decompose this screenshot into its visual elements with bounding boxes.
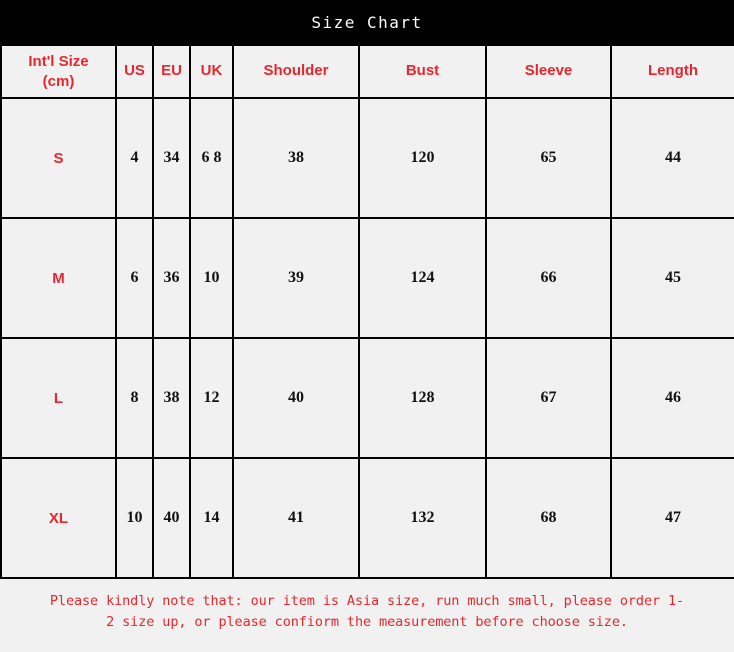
cell-uk: 14 [189,457,234,579]
table-row: L 8 38 12 40 128 67 46 [0,337,734,459]
column-header-intl-size: Int'l Size (cm) [0,44,117,99]
column-header-sleeve: Sleeve [485,44,612,99]
cell-us: 10 [115,457,154,579]
cell-eu: 40 [152,457,191,579]
cell-sleeve: 67 [485,337,612,459]
cell-shoulder: 40 [232,337,360,459]
cell-bust: 120 [358,97,487,219]
cell-length: 44 [610,97,734,219]
cell-uk: 12 [189,337,234,459]
footer-note-line1: Please kindly note that: our item is Asi… [49,593,685,609]
page-title: Size Chart [311,12,423,32]
cell-length: 45 [610,217,734,339]
cell-size-label: L [0,337,117,459]
cell-us: 4 [115,97,154,219]
table-header-row: Int'l Size (cm) US EU UK Shoulder Bust S… [0,44,734,99]
title-banner: Size Chart [0,0,734,44]
footer-note: Please kindly note that: our item is Asi… [0,579,734,652]
footer-note-line2: 2 size up, or please confiorm the measur… [106,613,628,630]
table-row: M 6 36 10 39 124 66 45 [0,217,734,339]
column-header-eu: EU [152,44,191,99]
cell-bust: 128 [358,337,487,459]
cell-length: 47 [610,457,734,579]
cell-size-label: S [0,97,117,219]
cell-shoulder: 39 [232,217,360,339]
table-row: S 4 34 6 8 38 120 65 44 [0,97,734,219]
cell-us: 8 [115,337,154,459]
cell-eu: 38 [152,337,191,459]
column-header-bust: Bust [358,44,487,99]
column-header-us: US [115,44,154,99]
cell-eu: 36 [152,217,191,339]
cell-eu: 34 [152,97,191,219]
cell-uk: 10 [189,217,234,339]
column-header-intl-size-line1: Int'l Size [28,53,89,70]
cell-sleeve: 65 [485,97,612,219]
cell-size-label: M [0,217,117,339]
cell-length: 46 [610,337,734,459]
column-header-uk: UK [189,44,234,99]
column-header-length: Length [610,44,734,99]
cell-bust: 132 [358,457,487,579]
cell-size-label: XL [0,457,117,579]
cell-us: 6 [115,217,154,339]
cell-sleeve: 66 [485,217,612,339]
column-header-intl-size-line2: (cm) [42,72,75,90]
cell-uk: 6 8 [189,97,234,219]
size-chart-table: Int'l Size (cm) US EU UK Shoulder Bust S… [0,44,734,579]
column-header-shoulder: Shoulder [232,44,360,99]
table-row: XL 10 40 14 41 132 68 47 [0,457,734,579]
cell-shoulder: 41 [232,457,360,579]
cell-bust: 124 [358,217,487,339]
size-chart-page: Size Chart Int'l Size (cm) US EU UK Shou… [0,0,734,652]
cell-sleeve: 68 [485,457,612,579]
cell-shoulder: 38 [232,97,360,219]
